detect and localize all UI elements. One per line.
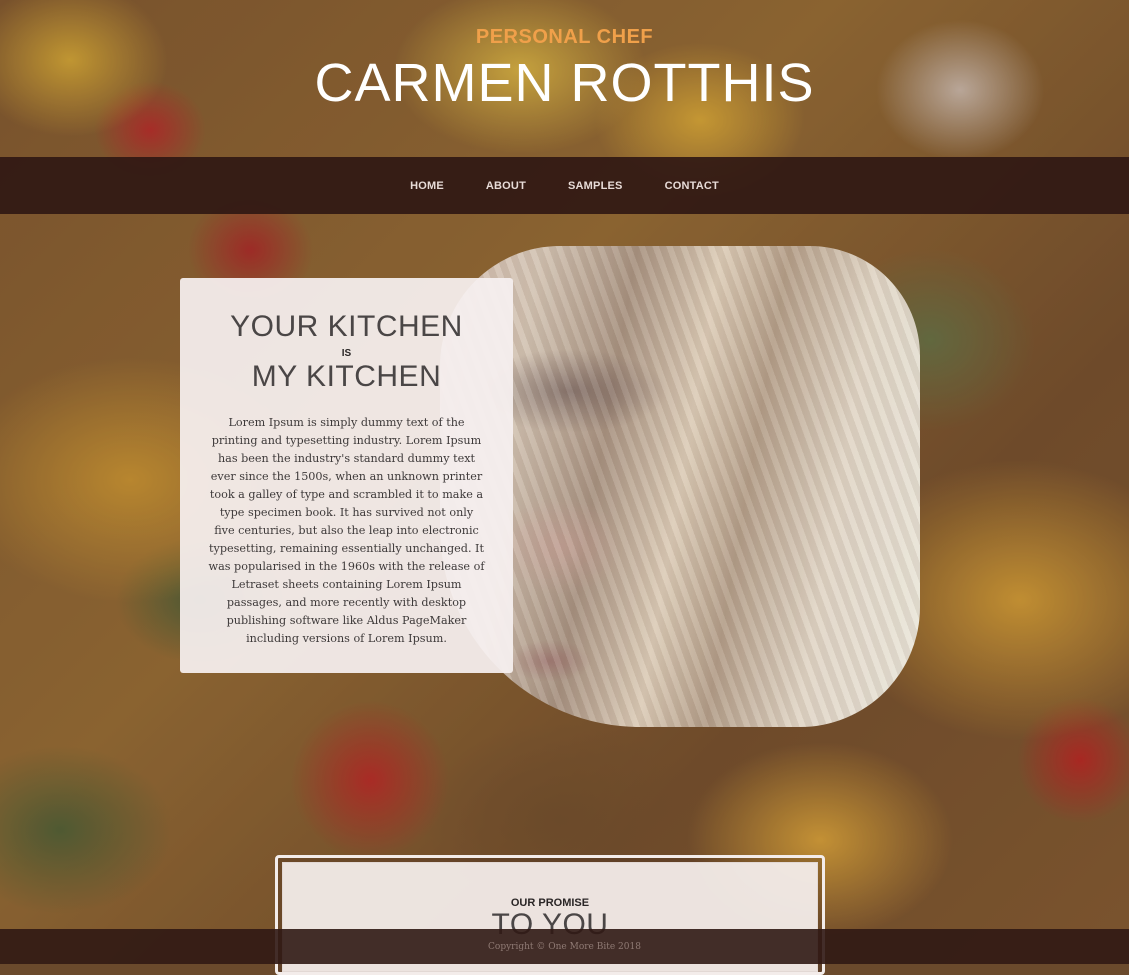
nav-item-samples[interactable]: SAMPLES [547,180,644,192]
intro-heading-connector: IS [341,348,352,359]
site-title: CARMEN ROTTHIS [314,53,815,113]
site-footer: Copyright © One More Bite 2018 [0,929,1129,964]
nav-item-about[interactable]: ABOUT [465,180,547,192]
main-navigation: HOME ABOUT SAMPLES CONTACT [0,157,1129,214]
copyright-text: Copyright © One More Bite 2018 [488,941,641,952]
intro-heading-line1: YOUR KITCHEN [230,310,463,343]
site-subtitle: PERSONAL CHEF [475,26,654,48]
nav-item-home[interactable]: HOME [389,180,465,192]
intro-heading-line2: MY KITCHEN [251,360,442,393]
nav-item-contact[interactable]: CONTACT [644,180,740,192]
intro-body-text: Lorem Ipsum is simply dummy text of the … [208,416,485,645]
intro-card: YOUR KITCHEN IS MY KITCHEN Lorem Ipsum i… [180,278,513,673]
